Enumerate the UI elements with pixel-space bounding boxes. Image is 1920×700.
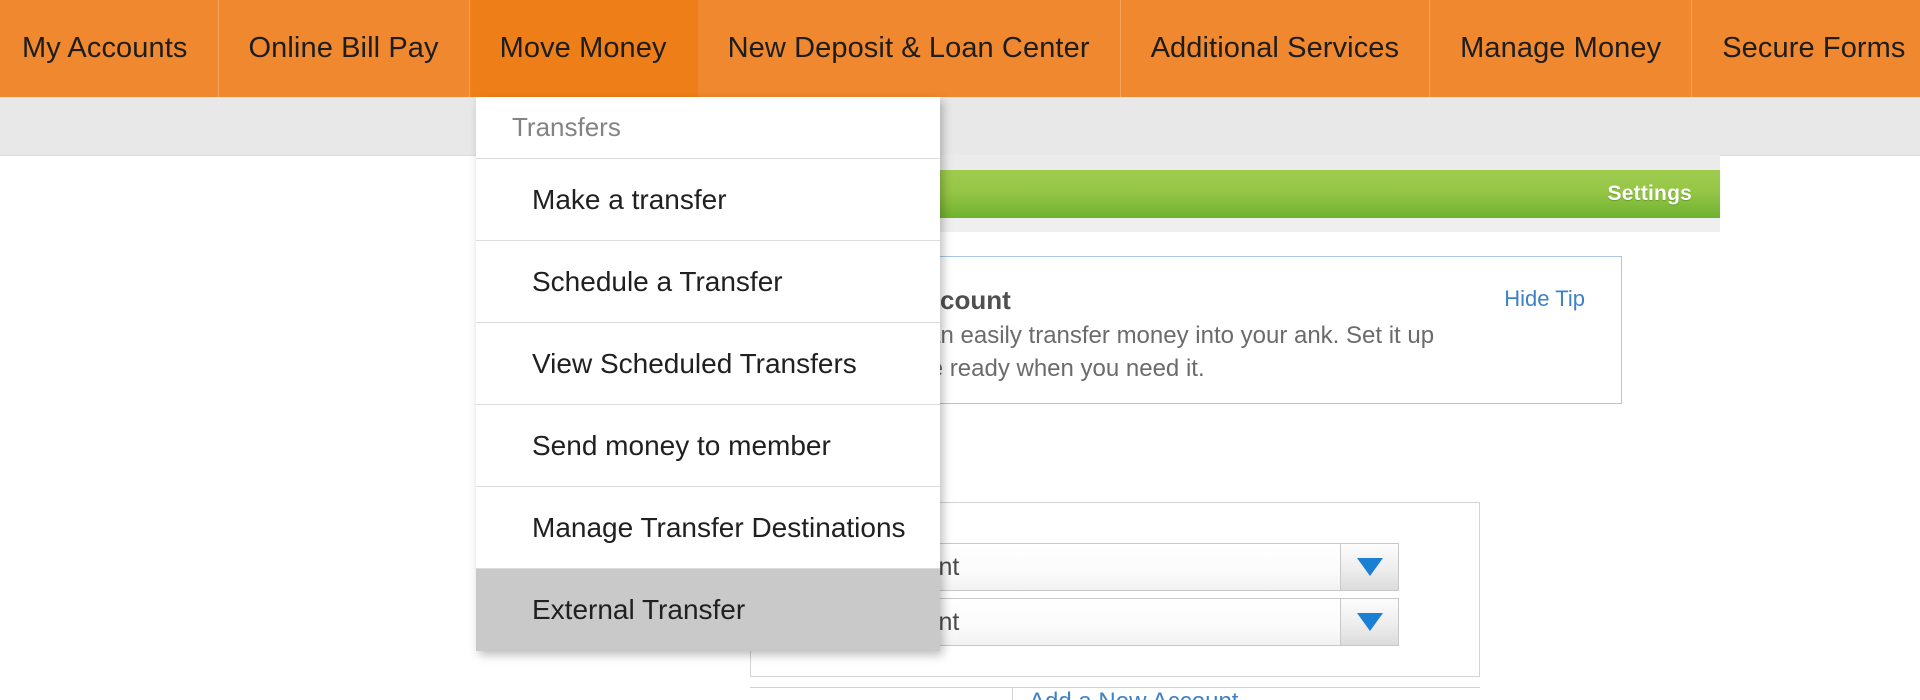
settings-link[interactable]: Settings: [1608, 182, 1692, 206]
menu-item-make-a-transfer[interactable]: Make a transfer: [476, 159, 940, 241]
menu-item-view-scheduled-transfers[interactable]: View Scheduled Transfers: [476, 323, 940, 405]
chevron-down-icon[interactable]: [1340, 544, 1398, 590]
nav-item-online-bill-pay[interactable]: Online Bill Pay: [218, 0, 470, 97]
dropdown-section-header: Transfers: [476, 97, 940, 159]
secondary-toolbar: [0, 97, 1920, 156]
nav-label: Additional Services: [1150, 32, 1400, 64]
main-navigation: My Accounts Online Bill Pay Move Money N…: [0, 0, 1920, 97]
app-screen: Settings s into your account balance. Yo…: [0, 0, 1920, 700]
nav-item-my-accounts[interactable]: My Accounts: [0, 0, 219, 97]
nav-item-additional-services[interactable]: Additional Services: [1120, 0, 1431, 97]
add-account-cell: Add a New Account: [1012, 688, 1480, 700]
nav-item-secure-forms[interactable]: Secure Forms: [1692, 0, 1920, 97]
nav-item-move-money[interactable]: Move Money: [469, 0, 698, 97]
chevron-down-icon[interactable]: [1340, 599, 1398, 645]
nav-label: Manage Money: [1460, 32, 1662, 64]
menu-item-external-transfer[interactable]: External Transfer: [476, 569, 940, 651]
nav-label: Secure Forms: [1722, 32, 1906, 64]
nav-label: New Deposit & Loan Center: [727, 32, 1090, 64]
nav-label: Online Bill Pay: [248, 32, 439, 64]
nav-label: Move Money: [499, 32, 667, 64]
hide-tip-link[interactable]: Hide Tip: [1504, 286, 1585, 312]
menu-item-manage-transfer-destinations[interactable]: Manage Transfer Destinations: [476, 487, 940, 569]
move-money-dropdown-menu: Transfers Make a transfer Schedule a Tra…: [476, 97, 940, 651]
nav-label: My Accounts: [22, 32, 188, 64]
menu-item-schedule-a-transfer[interactable]: Schedule a Transfer: [476, 241, 940, 323]
add-new-account-link[interactable]: Add a New Account: [1029, 688, 1238, 700]
nav-item-manage-money[interactable]: Manage Money: [1430, 0, 1693, 97]
menu-item-send-money-to-member[interactable]: Send money to member: [476, 405, 940, 487]
nav-item-new-deposit-loan-center[interactable]: New Deposit & Loan Center: [697, 0, 1121, 97]
